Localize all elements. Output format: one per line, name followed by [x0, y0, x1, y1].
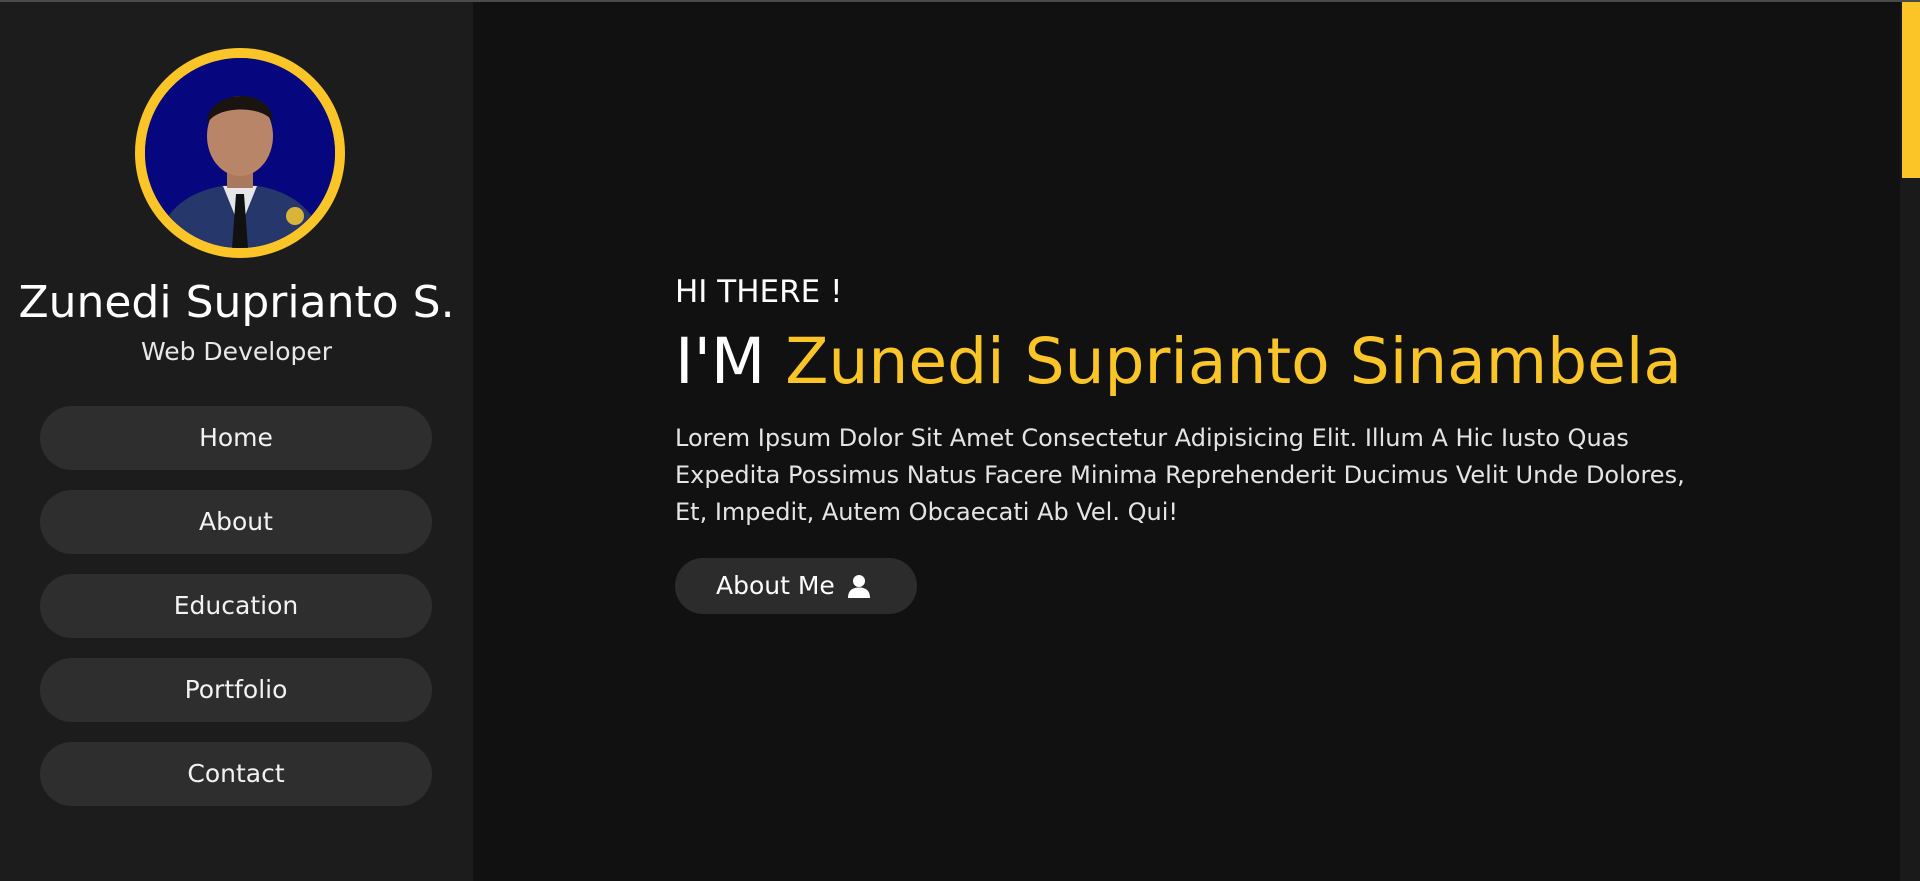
nav-item-contact[interactable]: Contact	[40, 742, 432, 806]
profile-role: Web Developer	[140, 337, 333, 366]
headline-name: Zunedi Suprianto Sinambela	[785, 325, 1682, 398]
hero-headline: I'M Zunedi Suprianto Sinambela	[675, 320, 1682, 404]
profile-name: Zunedi Suprianto S.	[18, 277, 455, 328]
hero-description: Lorem Ipsum Dolor Sit Amet Consectetur A…	[675, 424, 1685, 526]
nav-item-about[interactable]: About	[40, 490, 432, 554]
sidebar: Zunedi Suprianto S. Web Developer Home A…	[0, 2, 473, 881]
user-icon	[848, 575, 870, 598]
about-me-label: About Me	[716, 571, 835, 600]
greeting: HI THERE !	[675, 274, 843, 310]
nav-item-education[interactable]: Education	[40, 574, 432, 638]
avatar	[135, 48, 345, 258]
scrollbar-thumb[interactable]	[1902, 2, 1920, 178]
about-me-button[interactable]: About Me	[675, 558, 917, 614]
nav-item-home[interactable]: Home	[40, 406, 432, 470]
nav-item-portfolio[interactable]: Portfolio	[40, 658, 432, 722]
sidebar-nav: Home About Education Portfolio Contact	[40, 406, 432, 826]
profile-photo	[145, 58, 335, 248]
headline-prefix: I'M	[675, 325, 766, 398]
